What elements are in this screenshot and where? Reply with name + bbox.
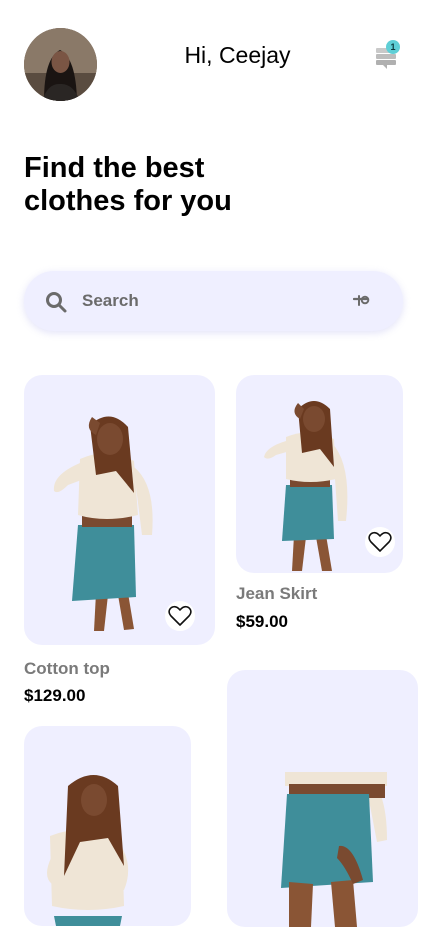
notification-badge: 1 xyxy=(386,40,400,54)
page-headline: Find the best clothes for you xyxy=(24,152,344,218)
product-name: Cotton top xyxy=(24,659,110,678)
filter-icon[interactable] xyxy=(353,293,373,309)
product-card-cotton-top[interactable] xyxy=(24,375,215,645)
avatar[interactable] xyxy=(24,28,97,101)
product-price: $59.00 xyxy=(236,612,288,631)
product-name: Jean Skirt xyxy=(236,584,318,603)
greeting-title: Hi, Ceejay xyxy=(184,42,291,68)
favorite-button[interactable] xyxy=(365,527,395,557)
search-bar[interactable] xyxy=(24,271,403,331)
heart-icon xyxy=(368,531,392,552)
favorite-button[interactable] xyxy=(165,601,195,631)
headline-line-1: Find the best xyxy=(24,152,205,184)
search-input[interactable] xyxy=(82,287,322,315)
headline-line-2: clothes for you xyxy=(24,185,232,217)
product-image xyxy=(281,772,387,927)
heart-icon xyxy=(168,605,192,626)
product-price: $129.00 xyxy=(24,686,86,705)
product-card[interactable] xyxy=(227,670,418,927)
search-icon xyxy=(46,292,67,313)
notification-button[interactable]: 1 xyxy=(372,40,402,70)
product-card-jean-skirt[interactable] xyxy=(236,375,403,573)
avatar-image xyxy=(24,28,97,101)
product-card[interactable] xyxy=(24,726,191,926)
product-image xyxy=(47,775,129,926)
